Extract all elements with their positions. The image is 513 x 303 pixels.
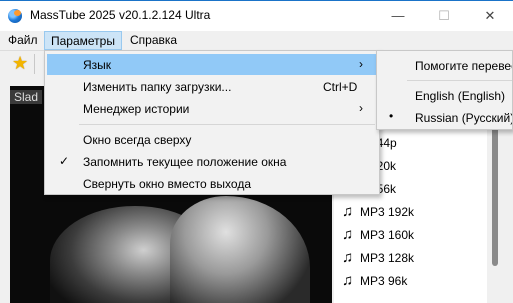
menu-item-always-on-top[interactable]: Окно всегда сверху — [47, 129, 377, 150]
menu-item-label: Изменить папку загрузки... — [83, 80, 232, 94]
menu-file[interactable]: Файл — [2, 31, 44, 50]
menu-parameters[interactable]: Параметры — [44, 31, 122, 50]
menu-item-language[interactable]: Язык › — [47, 54, 377, 75]
menu-item-label: Язык — [83, 58, 112, 72]
minimize-button[interactable]: — — [375, 1, 421, 31]
menu-item-label: Менеджер истории — [83, 102, 190, 116]
menu-item-remember-position[interactable]: ✓ Запомнить текущее положение окна — [47, 151, 377, 172]
menu-item-label: English (English) — [415, 89, 506, 103]
menu-item-label: Окно всегда сверху — [83, 133, 192, 147]
video-frame-hair — [170, 196, 310, 303]
window-title: MassTube 2025 v20.1.2.124 Ultra — [30, 8, 211, 22]
music-note-icon: ♫ — [342, 249, 354, 266]
maximize-button[interactable]: ☐ — [421, 1, 467, 31]
menu-bar: Файл Параметры Справка — [0, 31, 513, 50]
menu-item-minimize-instead-exit[interactable]: Свернуть окно вместо выхода — [47, 173, 377, 194]
menu-item-change-folder[interactable]: Изменить папку загрузки... Ctrl+D — [47, 76, 377, 97]
menu-item-label: Запомнить текущее положение окна — [83, 155, 287, 169]
music-note-icon: ♫ — [342, 226, 354, 243]
video-title-label: Slad — [10, 90, 43, 104]
format-label: MP3 96k — [360, 274, 408, 288]
menu-item-label: Russian (Русский) — [415, 111, 513, 125]
format-label: MP3 160k — [360, 228, 415, 242]
menu-item-history-manager[interactable]: Менеджер истории › — [47, 98, 377, 119]
submenu-arrow-icon: › — [359, 101, 363, 115]
menu-separator — [79, 124, 375, 125]
music-note-icon: ♫ — [342, 203, 354, 220]
format-label: MP3 192k — [360, 205, 415, 219]
menu-item-label: Помогите перевести — [415, 59, 512, 73]
language-submenu: Помогите перевести English (English) • R… — [376, 50, 513, 130]
toolbar-separator — [34, 54, 35, 74]
submenu-arrow-icon: › — [359, 57, 363, 71]
parameters-menu: Язык › Изменить папку загрузки... Ctrl+D… — [44, 50, 380, 195]
star-icon[interactable]: ★ — [12, 53, 28, 74]
list-item[interactable]: ♫ MP3 160k — [342, 224, 414, 246]
menu-item-english[interactable]: English (English) — [377, 85, 512, 106]
menu-separator — [407, 80, 512, 81]
menu-help[interactable]: Справка — [124, 31, 183, 50]
menu-item-russian[interactable]: • Russian (Русский) — [377, 107, 513, 128]
format-label: MP3 128k — [360, 251, 415, 265]
scrollbar-thumb[interactable] — [492, 121, 498, 266]
app-logo-icon — [8, 9, 22, 23]
list-item[interactable]: ♫ MP3 128k — [342, 247, 414, 269]
check-mark-icon: ✓ — [59, 154, 70, 168]
menu-item-help-translate[interactable]: Помогите перевести — [377, 55, 512, 76]
music-note-icon: ♫ — [342, 272, 354, 289]
menu-item-label: Свернуть окно вместо выхода — [83, 177, 252, 191]
close-button[interactable]: ✕ — [467, 1, 513, 31]
menu-item-shortcut: Ctrl+D — [323, 80, 358, 94]
title-bar: MassTube 2025 v20.1.2.124 Ultra — ☐ ✕ — [0, 0, 513, 31]
list-item[interactable]: ♫ MP3 96k — [342, 270, 407, 292]
list-item[interactable]: ♫ MP3 192k — [342, 201, 414, 223]
radio-bullet-icon: • — [389, 109, 394, 123]
